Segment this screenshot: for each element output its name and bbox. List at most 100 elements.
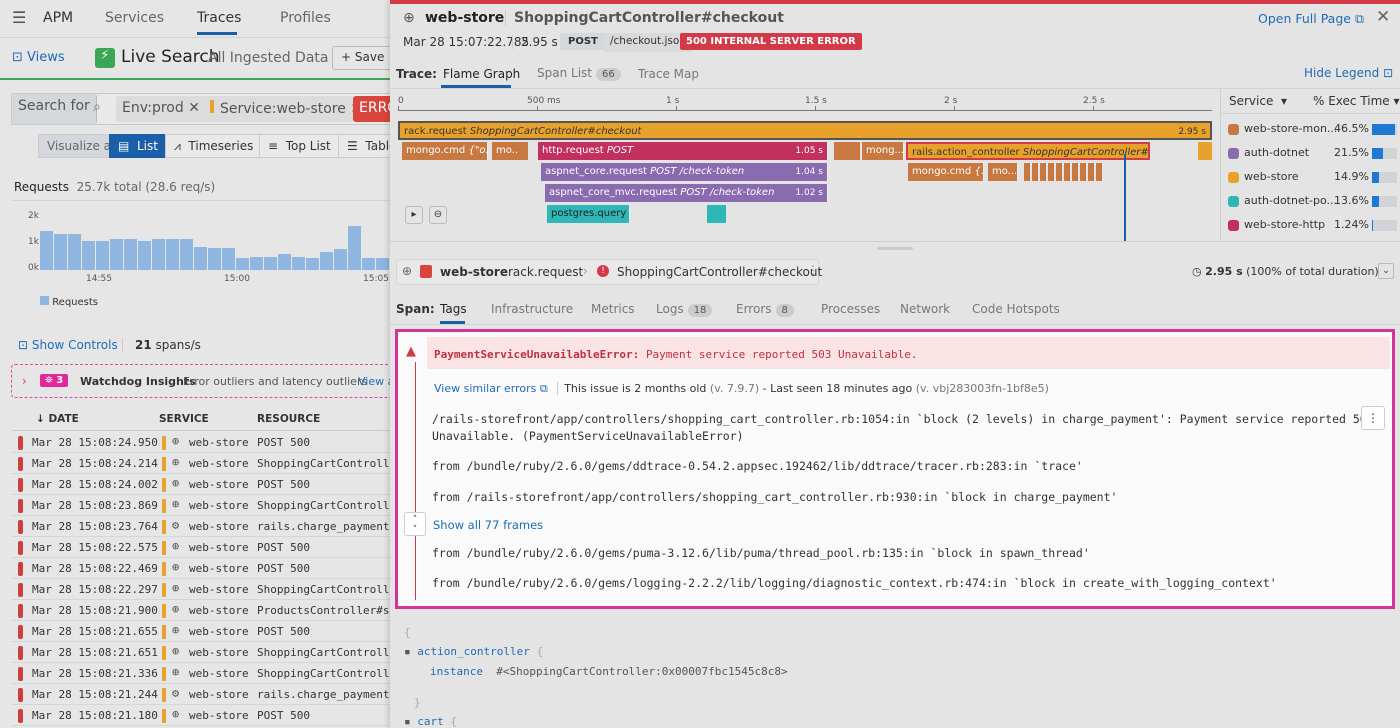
tab-span-list[interactable]: Span List66 xyxy=(537,66,621,81)
table-row[interactable]: Mar 28 15:08:24.950⊕web-storePOST 500 xyxy=(12,432,390,453)
save-button[interactable]: + Save xyxy=(332,46,390,70)
flame-span[interactable]: aspnet_core_mvc.request POST /check-toke… xyxy=(545,184,828,202)
flame-span-sliver[interactable] xyxy=(518,142,522,160)
zoom-out-icon[interactable]: ⊖ xyxy=(429,206,447,224)
tab-processes[interactable]: Processes xyxy=(821,302,880,316)
visualize-timeseries[interactable]: ⩘ Timeseries xyxy=(165,134,262,158)
tag-cart[interactable]: ▪ cart { xyxy=(404,715,457,728)
table-row[interactable]: Mar 28 15:08:21.336⊕web-storeShoppingCar… xyxy=(12,663,390,684)
flame-span-sliver[interactable] xyxy=(1064,163,1070,181)
service-color-marker xyxy=(162,562,166,576)
visualize-list[interactable]: ▤ List xyxy=(109,134,167,158)
collapse-icon[interactable]: ⌄ xyxy=(1378,263,1394,279)
legend-row[interactable]: auth-dotnet-po...13.6% xyxy=(1228,194,1398,210)
flame-span[interactable]: mo... xyxy=(988,163,1018,181)
flame-span-sliver[interactable] xyxy=(1198,142,1212,160)
tab-services[interactable]: Services xyxy=(105,10,164,26)
flame-span[interactable]: mong... xyxy=(862,142,904,160)
tab-profiles[interactable]: Profiles xyxy=(280,10,331,26)
col-resource[interactable]: RESOURCE xyxy=(257,413,320,425)
flame-span-sliver[interactable] xyxy=(1048,163,1054,181)
flame-span-sliver[interactable] xyxy=(524,142,528,160)
sort-date[interactable]: ↓ DATE xyxy=(36,413,79,425)
tab-network[interactable]: Network xyxy=(900,302,950,316)
expand-frames-icon[interactable]: ˄˅ xyxy=(404,512,426,536)
tab-label: Code Hotspots xyxy=(972,302,1060,316)
flame-span-sliver[interactable] xyxy=(1080,163,1086,181)
tab-metrics[interactable]: Metrics xyxy=(591,302,635,316)
tab-errors[interactable]: Errors8 xyxy=(736,302,794,317)
legend-row[interactable]: auth-dotnet21.5% xyxy=(1228,146,1398,162)
table-row[interactable]: Mar 28 15:08:21.244⚙web-storerails.charg… xyxy=(12,684,390,705)
flame-span-sliver[interactable] xyxy=(1056,163,1062,181)
table-row[interactable]: Mar 28 15:08:22.469⊕web-storePOST 500 xyxy=(12,558,390,579)
close-icon[interactable]: ✕ xyxy=(1376,7,1390,27)
legend-service-header[interactable]: Service ▾ xyxy=(1229,94,1287,108)
legend-exec-header[interactable]: % Exec Time ▾ xyxy=(1313,94,1400,108)
table-row[interactable]: Mar 28 15:08:21.655⊕web-storePOST 500 xyxy=(12,621,390,642)
open-full-page-link[interactable]: Open Full Page ⧉ xyxy=(1258,11,1364,27)
flame-span-sliver[interactable] xyxy=(1024,163,1030,181)
view-similar-errors-link[interactable]: View similar errors ⧉ xyxy=(434,382,548,395)
flame-span-sliver[interactable] xyxy=(834,142,860,160)
flame-span[interactable]: mo... xyxy=(492,142,528,160)
resize-handle[interactable] xyxy=(877,247,913,250)
tab-traces[interactable]: Traces xyxy=(197,10,241,26)
watchdog-insights[interactable]: › ⛯ 3 Watchdog Insights Error outliers a… xyxy=(11,364,390,398)
show-all-frames-link[interactable]: Show all 77 frames xyxy=(433,518,543,532)
flame-span-sliver[interactable] xyxy=(1072,163,1078,181)
flame-span[interactable]: http.request POST1.05 s xyxy=(538,142,828,160)
service-color-marker xyxy=(162,457,166,471)
chart-legend[interactable]: Requests xyxy=(40,296,98,308)
legend-swatch xyxy=(1228,124,1239,135)
flame-span[interactable]: mongo.cmd {"o... xyxy=(402,142,488,160)
table-row[interactable]: Mar 28 15:08:21.180⊕web-storePOST 500 xyxy=(12,705,390,726)
table-row[interactable]: Mar 28 15:08:21.900⊕web-storeProductsCon… xyxy=(12,600,390,621)
table-row[interactable]: Mar 28 15:08:23.869⊕web-storeShoppingCar… xyxy=(12,495,390,516)
tab-code-hotspots[interactable]: Code Hotspots xyxy=(972,302,1060,316)
legend-row[interactable]: web-store-mon...46.5% xyxy=(1228,122,1398,138)
table-row[interactable]: Mar 28 15:08:23.764⚙web-storerails.charg… xyxy=(12,516,390,537)
visualize-toplist[interactable]: ≡ Top List xyxy=(259,134,340,158)
flame-span-sliver[interactable] xyxy=(1040,163,1046,181)
visualize-table[interactable]: ☰ Table xyxy=(338,134,390,158)
table-row[interactable]: Mar 28 15:08:24.214⊕web-storeShoppingCar… xyxy=(12,453,390,474)
more-icon[interactable]: ⋮ xyxy=(1361,406,1385,430)
table-row[interactable]: Mar 28 15:08:24.002⊕web-storePOST 500 xyxy=(12,474,390,495)
menu-icon[interactable]: ☰ xyxy=(12,8,26,27)
legend-row[interactable]: web-store-http1.24% xyxy=(1228,218,1398,234)
expand-icon[interactable]: ▸ xyxy=(405,206,423,224)
tab-tags[interactable]: Tags xyxy=(440,302,467,316)
flame-span-sliver[interactable] xyxy=(1032,163,1038,181)
filter-chip-env[interactable]: Env:prod ✕ xyxy=(116,96,206,122)
flame-span-sliver[interactable] xyxy=(1124,154,1126,241)
filter-chip-service[interactable]: Service:web-store ✕ xyxy=(204,96,368,122)
flame-span[interactable]: rails.action_controller ShoppingCartCont… xyxy=(906,142,1150,160)
flame-span[interactable]: rack.request ShoppingCartController#chec… xyxy=(398,121,1212,140)
flame-span[interactable]: aspnet_core.request POST /check-token1.0… xyxy=(541,163,828,181)
flame-span-sliver[interactable] xyxy=(1088,163,1094,181)
tag-action-controller[interactable]: ▪ action_controller { xyxy=(404,645,543,658)
table-row[interactable]: Mar 28 15:08:22.297⊕web-storeShoppingCar… xyxy=(12,579,390,600)
flame-span[interactable]: mongo.cmd {... xyxy=(908,163,984,181)
col-service[interactable]: SERVICE xyxy=(159,413,209,425)
show-controls-button[interactable]: ⊡ Show Controls xyxy=(18,338,118,352)
table-row[interactable]: Mar 28 15:08:22.575⊕web-storePOST 500 xyxy=(12,537,390,558)
legend-row[interactable]: web-store14.9% xyxy=(1228,170,1398,186)
close-icon[interactable]: ✕ xyxy=(188,100,200,116)
tab-infrastructure[interactable]: Infrastructure xyxy=(491,302,573,316)
tab-flame-graph[interactable]: Flame Graph xyxy=(443,67,520,81)
tab-trace-map[interactable]: Trace Map xyxy=(638,67,699,81)
views-button[interactable]: ⊡ Views xyxy=(12,50,65,65)
tab-logs[interactable]: Logs18 xyxy=(656,302,712,317)
app-title[interactable]: APM xyxy=(43,10,73,26)
flame-span-sliver[interactable] xyxy=(1096,163,1102,181)
flame-span-sliver[interactable] xyxy=(716,205,726,223)
filter-chip-error[interactable]: ERRO xyxy=(353,96,390,122)
chevron-right-icon[interactable]: › xyxy=(22,374,27,388)
hide-legend-button[interactable]: Hide Legend ⊡ xyxy=(1304,66,1393,80)
more-icon[interactable]: ⋮ xyxy=(807,263,819,277)
table-row[interactable]: Mar 28 15:08:21.651⊕web-storeShoppingCar… xyxy=(12,642,390,663)
flame-span[interactable]: postgres.query xyxy=(547,205,630,223)
watchdog-view-link[interactable]: View a xyxy=(358,375,390,388)
